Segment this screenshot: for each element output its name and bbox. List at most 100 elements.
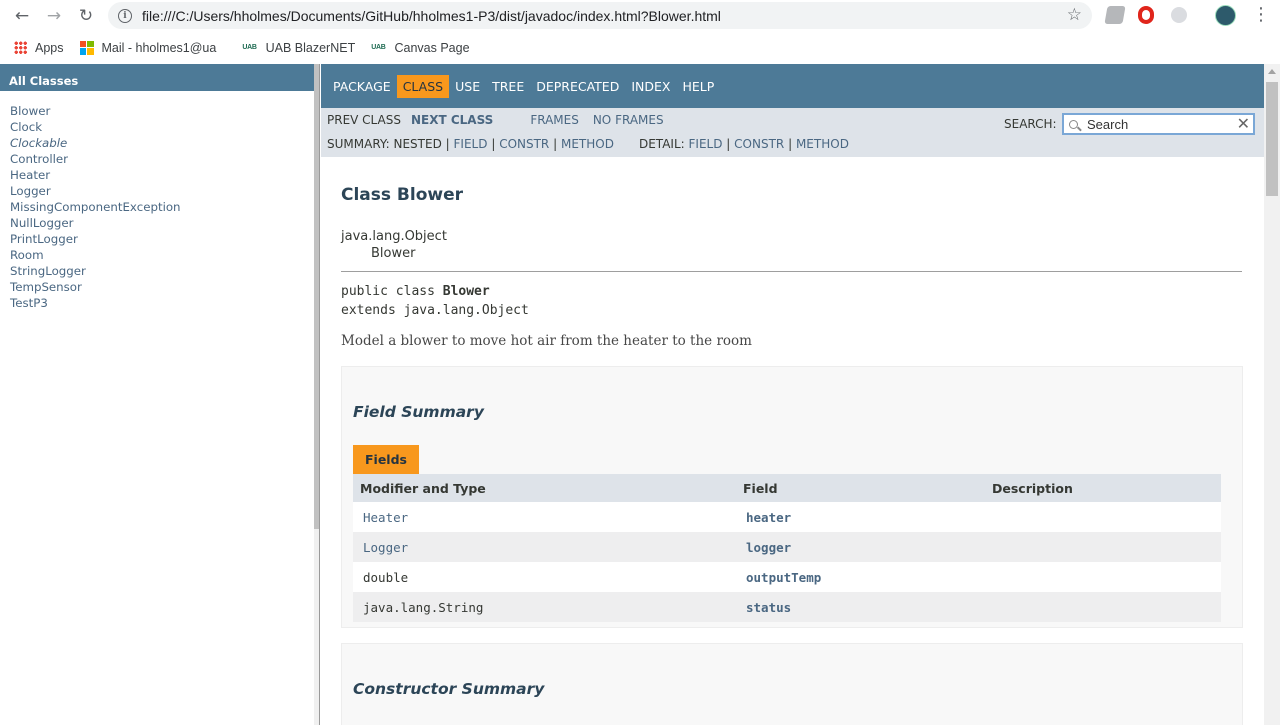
detail-label: DETAIL:	[638, 137, 685, 151]
class-link-missingcomponentexception[interactable]: MissingComponentException	[10, 199, 319, 215]
summary-method-link[interactable]: METHOD	[561, 137, 614, 151]
column-header: Field	[736, 474, 985, 502]
sub-nav-row-1: PREV CLASS NEXT CLASS FRAMES NO FRAMES	[327, 113, 664, 127]
bookmark-label: Mail - hholmes1@ua	[101, 40, 217, 55]
table-row: Heater heater	[353, 502, 1221, 532]
class-link-logger[interactable]: Logger	[10, 183, 319, 199]
detail-method-link[interactable]: METHOD	[796, 137, 849, 151]
decl-name: Blower	[442, 284, 490, 299]
address-bar[interactable]: i file:///C:/Users/hholmes/Documents/Git…	[108, 2, 1092, 29]
separator: |	[788, 137, 793, 151]
nav-use[interactable]: USE	[449, 75, 486, 98]
all-classes-frame: All Classes Blower Clock Clockable Contr…	[0, 64, 320, 725]
class-link-heater[interactable]: Heater	[10, 167, 319, 183]
nav-tree[interactable]: TREE	[486, 75, 530, 98]
class-link-controller[interactable]: Controller	[10, 151, 319, 167]
scroll-up-arrow-icon[interactable]	[1268, 69, 1276, 74]
field-summary-table: Modifier and Type Field Description Heat…	[353, 474, 1221, 622]
bookmark-star-icon[interactable]: ☆	[1067, 5, 1082, 25]
class-link-clock[interactable]: Clock	[10, 119, 319, 135]
field-name-link[interactable]: heater	[736, 502, 985, 532]
nav-class: CLASS	[396, 74, 450, 98]
next-class-link[interactable]: NEXT CLASS	[411, 113, 493, 127]
table-row: double outputTemp	[353, 562, 1221, 592]
class-declaration: public class Blower extends java.lang.Ob…	[341, 282, 1244, 320]
class-link-tempsensor[interactable]: TempSensor	[10, 279, 319, 295]
bookmark-mail[interactable]: Mail - hholmes1@ua	[72, 36, 225, 60]
constructor-summary-section: Constructor Summary	[341, 643, 1243, 725]
menu-kebab-icon[interactable]: ⋮	[1252, 5, 1270, 25]
nav-package[interactable]: PACKAGE	[327, 75, 397, 98]
class-link-stringlogger[interactable]: StringLogger	[10, 263, 319, 279]
field-description	[985, 562, 1221, 592]
field-type: java.lang.String	[353, 592, 736, 622]
class-link-clockable[interactable]: Clockable	[10, 135, 319, 151]
inheritance-parent: java.lang.Object	[341, 229, 447, 244]
top-nav-bar: PACKAGE CLASS USE TREE DEPRECATED INDEX …	[321, 64, 1264, 108]
separator: |	[445, 137, 450, 151]
table-header-row: Modifier and Type Field Description	[353, 474, 1221, 502]
separator: |	[491, 137, 496, 151]
inheritance-tree: java.lang.Object Blower	[341, 228, 1244, 262]
bookmark-canvas[interactable]: UAB Canvas Page	[363, 36, 477, 60]
summary-constr-link[interactable]: CONSTR	[499, 137, 549, 151]
profile-avatar[interactable]	[1215, 5, 1236, 26]
separator: |	[553, 137, 558, 151]
extension-icon[interactable]	[1171, 7, 1187, 23]
summary-nested: NESTED	[393, 137, 442, 151]
search-input-value[interactable]: Search	[1087, 117, 1128, 132]
class-link-printlogger[interactable]: PrintLogger	[10, 231, 319, 247]
decl-prefix: public class	[341, 284, 435, 299]
divider	[341, 271, 1242, 272]
field-name-link[interactable]: logger	[736, 532, 985, 562]
bookmark-label: Canvas Page	[394, 40, 470, 55]
reload-icon[interactable]: ↻	[70, 0, 102, 31]
field-type-link[interactable]: Heater	[353, 502, 736, 532]
detail-constr-link[interactable]: CONSTR	[734, 137, 784, 151]
class-list: Blower Clock Clockable Controller Heater…	[0, 91, 319, 311]
field-description	[985, 502, 1221, 532]
nav-index[interactable]: INDEX	[625, 75, 676, 98]
url-text[interactable]: file:///C:/Users/hholmes/Documents/GitHu…	[142, 8, 721, 24]
left-scrollbar-thumb[interactable]	[314, 64, 319, 529]
field-type-link[interactable]: Logger	[353, 532, 736, 562]
class-link-nulllogger[interactable]: NullLogger	[10, 215, 319, 231]
opera-extension-icon[interactable]	[1138, 6, 1154, 24]
clear-search-icon[interactable]: ✕	[1237, 115, 1250, 133]
class-link-blower[interactable]: Blower	[10, 103, 319, 119]
field-description	[985, 592, 1221, 622]
bookmark-blazernet[interactable]: UAB UAB BlazerNET	[234, 36, 363, 60]
field-description	[985, 532, 1221, 562]
column-header: Modifier and Type	[353, 474, 736, 502]
table-row: java.lang.String status	[353, 592, 1221, 622]
uab-logo-icon: UAB	[242, 44, 257, 51]
sub-nav-bar: PREV CLASS NEXT CLASS FRAMES NO FRAMES S…	[321, 108, 1264, 157]
sub-nav-row-2: SUMMARY: NESTED | FIELD | CONSTR | METHO…	[327, 137, 849, 151]
search-input[interactable]: Search ✕	[1062, 113, 1255, 135]
class-link-testp3[interactable]: TestP3	[10, 295, 319, 311]
field-summary-heading: Field Summary	[353, 403, 484, 421]
frames-link[interactable]: FRAMES	[530, 113, 579, 127]
field-type: double	[353, 562, 736, 592]
nav-deprecated[interactable]: DEPRECATED	[530, 75, 625, 98]
field-name-link[interactable]: outputTemp	[736, 562, 985, 592]
apps-grid-icon	[14, 41, 27, 54]
page-scrollbar[interactable]	[1264, 64, 1280, 725]
detail-field-link[interactable]: FIELD	[689, 137, 723, 151]
bookmark-apps[interactable]: Apps	[6, 36, 72, 60]
drive-extension-icon[interactable]	[1104, 6, 1126, 24]
forward-arrow-icon[interactable]: →	[38, 0, 70, 31]
back-arrow-icon[interactable]: ←	[6, 0, 38, 31]
uab-logo-icon: UAB	[371, 44, 386, 51]
field-name-link[interactable]: status	[736, 592, 985, 622]
search-label: SEARCH:	[1004, 117, 1057, 131]
all-classes-heading: All Classes	[0, 64, 319, 91]
scrollbar-thumb[interactable]	[1266, 82, 1278, 196]
nav-help[interactable]: HELP	[676, 75, 720, 98]
summary-field-link[interactable]: FIELD	[454, 137, 488, 151]
bookmarks-bar: Apps Mail - hholmes1@ua UAB UAB BlazerNE…	[0, 31, 1280, 64]
class-link-room[interactable]: Room	[10, 247, 319, 263]
no-frames-link[interactable]: NO FRAMES	[593, 113, 664, 127]
table-row: Logger logger	[353, 532, 1221, 562]
info-icon[interactable]: i	[118, 8, 132, 23]
